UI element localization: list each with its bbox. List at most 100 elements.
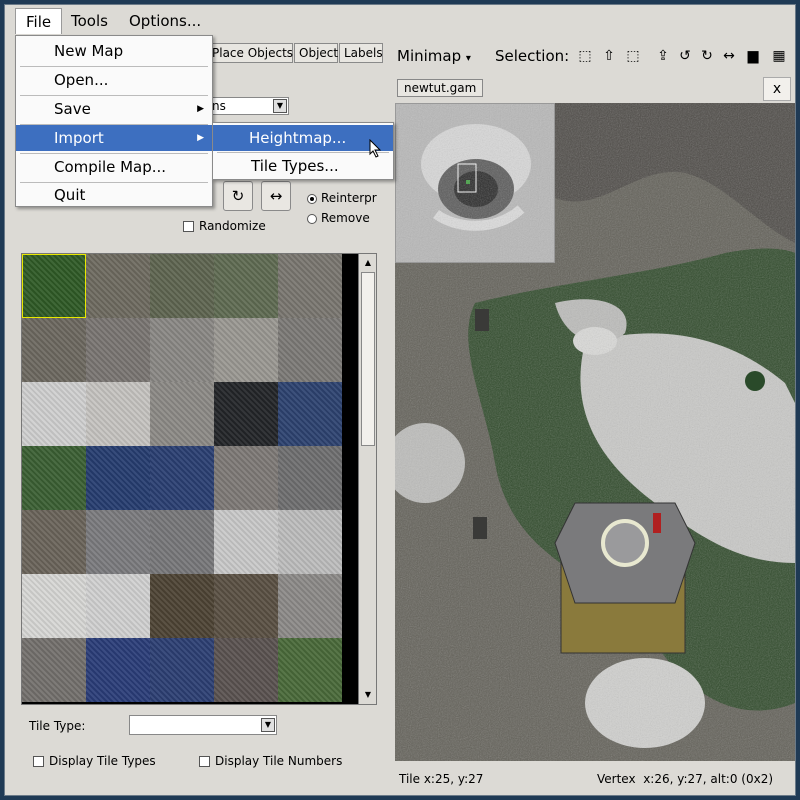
scroll-up-icon[interactable]: ▲ bbox=[361, 256, 375, 270]
minimap[interactable] bbox=[395, 103, 555, 263]
tile[interactable] bbox=[86, 574, 150, 638]
tile[interactable] bbox=[150, 638, 214, 702]
menu-file[interactable]: File bbox=[15, 8, 63, 34]
flip-button[interactable]: ↔ bbox=[261, 181, 291, 211]
tile[interactable] bbox=[214, 446, 278, 510]
file-tab[interactable]: newtut.gam bbox=[397, 79, 483, 97]
tab-object[interactable]: Object bbox=[294, 43, 338, 63]
tile[interactable] bbox=[278, 574, 342, 638]
import-label: Import bbox=[54, 129, 104, 147]
flip-icon: ↔ bbox=[269, 187, 283, 205]
tile[interactable] bbox=[86, 254, 150, 318]
display-tile-types-checkbox[interactable]: Display Tile Types bbox=[33, 754, 156, 768]
minimap-button[interactable]: Minimap ▾ bbox=[397, 47, 471, 65]
chevron-down-icon[interactable]: ▼ bbox=[273, 99, 287, 113]
editor-window: File Tools Options... Place Objects Obje… bbox=[4, 4, 796, 796]
tank-icon[interactable]: ▆ bbox=[743, 46, 763, 66]
tab-place-objects[interactable]: Place Objects bbox=[207, 43, 293, 63]
select-objects-icon[interactable]: ⬚ bbox=[623, 46, 643, 66]
tileset-combo[interactable]: ns ▼ bbox=[209, 97, 289, 115]
checkbox-icon bbox=[199, 756, 210, 767]
tile[interactable] bbox=[22, 254, 86, 318]
tile[interactable] bbox=[150, 254, 214, 318]
menu-options[interactable]: Options... bbox=[119, 8, 211, 34]
chevron-down-icon[interactable]: ▼ bbox=[261, 718, 275, 732]
selection-label: Selection: bbox=[495, 47, 570, 65]
tile[interactable] bbox=[22, 574, 86, 638]
randomize-checkbox[interactable]: Randomize bbox=[183, 219, 266, 233]
tile-type-label: Tile Type: bbox=[29, 719, 86, 733]
tile[interactable] bbox=[214, 318, 278, 382]
tile[interactable] bbox=[150, 574, 214, 638]
menu-item-open[interactable]: Open... bbox=[16, 67, 212, 93]
tile-list bbox=[22, 254, 342, 704]
tile[interactable] bbox=[86, 382, 150, 446]
tile-palette[interactable]: ▲ ▼ bbox=[21, 253, 377, 705]
tile[interactable] bbox=[278, 446, 342, 510]
radio-on-icon bbox=[307, 193, 317, 204]
tile[interactable] bbox=[86, 638, 150, 702]
tileset-combo-value: ns bbox=[212, 99, 226, 113]
randomize-label: Randomize bbox=[199, 219, 266, 233]
tile-scrollbar[interactable]: ▲ ▼ bbox=[358, 254, 376, 704]
tile[interactable] bbox=[214, 510, 278, 574]
raise-icon[interactable]: ⇧ bbox=[599, 46, 619, 66]
remove-label: Remove bbox=[321, 211, 370, 225]
tile[interactable] bbox=[278, 510, 342, 574]
scroll-down-icon[interactable]: ▼ bbox=[361, 688, 375, 702]
tile[interactable] bbox=[22, 446, 86, 510]
tile[interactable] bbox=[86, 318, 150, 382]
tile[interactable] bbox=[22, 318, 86, 382]
tile[interactable] bbox=[278, 254, 342, 318]
undo-icon[interactable]: ↺ bbox=[675, 46, 695, 66]
file-menu: New Map Open... Save ▶ Import ▶ Compile … bbox=[15, 35, 213, 207]
tile[interactable] bbox=[214, 574, 278, 638]
save-label: Save bbox=[54, 100, 91, 118]
tile[interactable] bbox=[278, 318, 342, 382]
menu-item-new-map[interactable]: New Map bbox=[16, 38, 212, 64]
reinterpret-radio[interactable]: Reinterpr bbox=[307, 191, 377, 205]
tile[interactable] bbox=[150, 382, 214, 446]
chevron-right-icon: ▶ bbox=[197, 133, 204, 143]
tile[interactable] bbox=[150, 510, 214, 574]
tile[interactable] bbox=[214, 638, 278, 702]
minimap-terrain bbox=[396, 104, 554, 262]
map-canvas[interactable] bbox=[395, 103, 795, 761]
tile[interactable] bbox=[214, 254, 278, 318]
tile[interactable] bbox=[22, 638, 86, 702]
redo-icon[interactable]: ↻ bbox=[697, 46, 717, 66]
select-rect-icon[interactable]: ⬚ bbox=[575, 46, 595, 66]
tile[interactable] bbox=[86, 446, 150, 510]
display-tile-types-label: Display Tile Types bbox=[49, 754, 156, 768]
tile[interactable] bbox=[278, 638, 342, 702]
display-tile-numbers-checkbox[interactable]: Display Tile Numbers bbox=[199, 754, 342, 768]
tile[interactable] bbox=[150, 318, 214, 382]
rotate-icon: ↻ bbox=[231, 187, 245, 205]
move-up-icon[interactable]: ⇪ bbox=[653, 46, 673, 66]
grid-icon[interactable]: ▦ bbox=[769, 46, 789, 66]
tile[interactable] bbox=[150, 446, 214, 510]
menu-item-compile-map[interactable]: Compile Map... bbox=[16, 154, 212, 180]
checkbox-icon bbox=[33, 756, 44, 767]
menu-item-import[interactable]: Import ▶ bbox=[16, 125, 212, 151]
flip-icon[interactable]: ↔ bbox=[719, 46, 739, 66]
tile[interactable] bbox=[214, 382, 278, 446]
scroll-thumb[interactable] bbox=[361, 272, 375, 446]
tile[interactable] bbox=[22, 382, 86, 446]
menu-item-tile-types[interactable]: Tile Types... bbox=[213, 153, 393, 179]
menu-item-quit[interactable]: Quit bbox=[16, 182, 212, 208]
minimap-label: Minimap bbox=[397, 47, 462, 65]
menu-tools[interactable]: Tools bbox=[61, 8, 118, 34]
chevron-down-icon: ▾ bbox=[465, 53, 471, 64]
rotate-button[interactable]: ↻ bbox=[223, 181, 253, 211]
menu-item-save[interactable]: Save ▶ bbox=[16, 96, 212, 122]
remove-radio[interactable]: Remove bbox=[307, 211, 370, 225]
tile[interactable] bbox=[278, 382, 342, 446]
tile[interactable] bbox=[86, 510, 150, 574]
menu-item-heightmap[interactable]: Heightmap... bbox=[213, 125, 393, 151]
tab-labels[interactable]: Labels bbox=[339, 43, 383, 63]
tile[interactable] bbox=[22, 510, 86, 574]
close-icon[interactable]: x bbox=[763, 77, 791, 101]
reinterpret-label: Reinterpr bbox=[321, 191, 377, 205]
tile-type-combo[interactable]: ▼ bbox=[129, 715, 277, 735]
